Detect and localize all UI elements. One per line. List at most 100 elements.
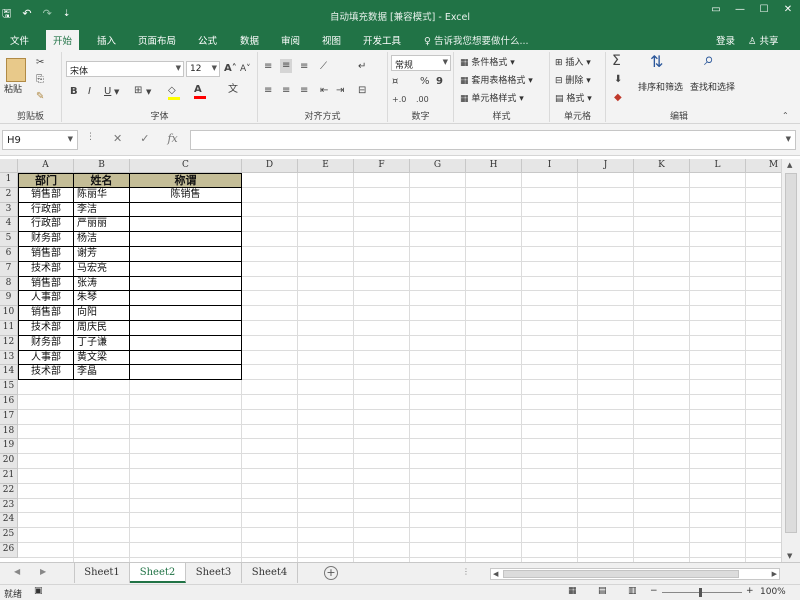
column-header-G[interactable]: G bbox=[410, 159, 466, 173]
row-header-11[interactable]: 11 bbox=[0, 321, 18, 336]
table-cell[interactable]: 李洁 bbox=[74, 202, 130, 218]
table-cell[interactable]: 行政部 bbox=[18, 217, 74, 233]
row-header-6[interactable]: 6 bbox=[0, 247, 18, 262]
ribbon-display-icon[interactable]: ▭ bbox=[704, 4, 728, 15]
row-header-1[interactable]: 1 bbox=[0, 173, 18, 188]
column-header-H[interactable]: H bbox=[466, 159, 522, 173]
row-header-15[interactable]: 15 bbox=[0, 380, 18, 395]
minimize-button[interactable]: — bbox=[728, 4, 752, 15]
decrease-font-icon[interactable]: A˅ bbox=[240, 63, 251, 75]
currency-icon[interactable]: ¤ bbox=[392, 76, 398, 88]
column-header-K[interactable]: K bbox=[634, 159, 690, 173]
column-header-J[interactable]: J bbox=[578, 159, 634, 173]
number-format-dropdown[interactable]: 常规 ▼ bbox=[391, 55, 451, 71]
increase-indent-icon[interactable]: ⇥ bbox=[336, 85, 344, 97]
row-header-17[interactable]: 17 bbox=[0, 409, 18, 425]
table-cell[interactable]: 销售部 bbox=[18, 306, 74, 321]
row-header-14[interactable]: 14 bbox=[0, 365, 18, 381]
conditional-formatting-button[interactable]: ▦ 条件格式 ▾ bbox=[460, 57, 515, 69]
table-cell[interactable]: 行政部 bbox=[18, 202, 74, 218]
zoom-out-icon[interactable]: − bbox=[650, 586, 658, 596]
align-left-icon[interactable]: ≡ bbox=[264, 85, 272, 97]
prev-sheet-icon[interactable]: ◀ bbox=[14, 567, 20, 576]
sheet-tab-1[interactable]: Sheet1 bbox=[74, 563, 130, 583]
table-cell[interactable]: 陈销售 bbox=[130, 187, 242, 203]
table-cell[interactable]: 技术部 bbox=[18, 321, 74, 336]
table-cell[interactable] bbox=[130, 232, 242, 247]
tab-developer[interactable]: 开发工具 bbox=[363, 33, 401, 47]
tab-insert[interactable]: 插入 bbox=[97, 33, 116, 47]
horizontal-scroll-thumb[interactable] bbox=[503, 570, 739, 578]
zoom-slider-thumb[interactable] bbox=[699, 588, 702, 597]
zoom-in-icon[interactable]: + bbox=[746, 586, 754, 596]
table-cell[interactable] bbox=[130, 247, 242, 262]
format-cells-button[interactable]: ▤ 格式 ▾ bbox=[555, 93, 592, 105]
row-header-8[interactable]: 8 bbox=[0, 276, 18, 292]
row-header-3[interactable]: 3 bbox=[0, 202, 18, 218]
find-select-button[interactable]: 查找和选择 bbox=[690, 82, 735, 94]
table-cell[interactable]: 销售部 bbox=[18, 187, 74, 203]
zoom-level[interactable]: 100% bbox=[760, 587, 786, 597]
select-all-corner[interactable] bbox=[0, 159, 18, 173]
table-cell[interactable]: 销售部 bbox=[18, 247, 74, 262]
table-cell[interactable] bbox=[130, 291, 242, 307]
add-sheet-button[interactable]: + bbox=[324, 566, 338, 580]
tab-data[interactable]: 数据 bbox=[240, 33, 259, 47]
sheet-tab-3[interactable]: Sheet3 bbox=[186, 563, 242, 583]
enter-icon[interactable]: ✓ bbox=[140, 132, 149, 145]
next-sheet-icon[interactable]: ▶ bbox=[40, 567, 46, 576]
table-cell[interactable]: 向阳 bbox=[74, 306, 130, 321]
table-cell[interactable]: 陈丽华 bbox=[74, 187, 130, 203]
header-cell[interactable]: 姓名 bbox=[74, 173, 130, 188]
borders-icon[interactable]: ⊞ bbox=[134, 85, 142, 97]
delete-cells-button[interactable]: ⊟ 删除 ▾ bbox=[555, 75, 591, 87]
autosum-icon[interactable]: Σ bbox=[612, 54, 621, 68]
sign-in-link[interactable]: 登录 bbox=[716, 33, 735, 47]
close-button[interactable]: ✕ bbox=[776, 4, 800, 15]
page-layout-view-icon[interactable]: ▤ bbox=[598, 586, 607, 596]
decrease-indent-icon[interactable]: ⇤ bbox=[320, 85, 328, 97]
table-cell[interactable] bbox=[130, 306, 242, 321]
align-bottom-icon[interactable]: ≡ bbox=[300, 61, 308, 73]
row-header-21[interactable]: 21 bbox=[0, 469, 18, 484]
table-cell[interactable]: 马宏亮 bbox=[74, 261, 130, 277]
column-header-I[interactable]: I bbox=[522, 159, 578, 173]
column-header-M[interactable]: M bbox=[746, 159, 781, 173]
row-header-4[interactable]: 4 bbox=[0, 217, 18, 233]
row-header-23[interactable]: 23 bbox=[0, 498, 18, 514]
row-header-5[interactable]: 5 bbox=[0, 232, 18, 247]
table-cell[interactable]: 黄文梁 bbox=[74, 350, 130, 366]
column-header-E[interactable]: E bbox=[298, 159, 354, 173]
tab-formulas[interactable]: 公式 bbox=[198, 33, 217, 47]
row-header-13[interactable]: 13 bbox=[0, 350, 18, 366]
sort-filter-button[interactable]: 排序和筛选 bbox=[638, 82, 683, 94]
column-header-D[interactable]: D bbox=[242, 159, 298, 173]
row-header-18[interactable]: 18 bbox=[0, 424, 18, 440]
underline-button[interactable]: U bbox=[104, 86, 111, 98]
table-cell[interactable]: 严丽丽 bbox=[74, 217, 130, 233]
row-header-9[interactable]: 9 bbox=[0, 291, 18, 307]
column-header-C[interactable]: C bbox=[130, 159, 242, 173]
table-cell[interactable] bbox=[130, 276, 242, 292]
column-header-L[interactable]: L bbox=[690, 159, 746, 173]
row-header-16[interactable]: 16 bbox=[0, 395, 18, 410]
column-header-B[interactable]: B bbox=[74, 159, 130, 173]
clear-icon[interactable]: ◆ bbox=[614, 92, 622, 104]
scroll-up-icon[interactable]: ▲ bbox=[787, 161, 792, 169]
vertical-scrollbar[interactable]: ▲ ▼ bbox=[781, 159, 800, 562]
align-right-icon[interactable]: ≡ bbox=[300, 85, 308, 97]
scroll-down-icon[interactable]: ▼ bbox=[787, 552, 792, 560]
table-cell[interactable] bbox=[130, 321, 242, 336]
decrease-decimal-icon[interactable]: .00 bbox=[416, 94, 429, 106]
formula-input[interactable]: ▼ bbox=[190, 130, 796, 150]
row-header-19[interactable]: 19 bbox=[0, 439, 18, 455]
table-cell[interactable]: 朱琴 bbox=[74, 291, 130, 307]
table-cell[interactable]: 财务部 bbox=[18, 335, 74, 351]
table-cell[interactable] bbox=[130, 335, 242, 351]
chevron-down-icon[interactable]: ▼ bbox=[114, 86, 119, 98]
font-color-icon[interactable]: A bbox=[194, 84, 206, 99]
wrap-text-icon[interactable]: ↵ bbox=[358, 61, 366, 73]
column-header-A[interactable]: A bbox=[18, 159, 74, 173]
tab-file[interactable]: 文件 bbox=[10, 33, 29, 47]
font-size-dropdown[interactable]: 12 ▼ bbox=[186, 61, 220, 77]
